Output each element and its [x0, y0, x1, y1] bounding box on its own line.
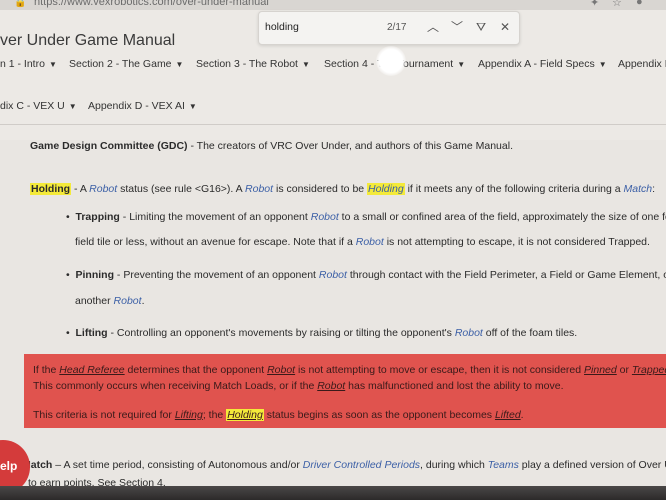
caret-down-icon: ▼	[188, 102, 197, 111]
note-line-3: This criteria is not required for Liftin…	[33, 409, 524, 421]
robot-link[interactable]: Robot	[311, 211, 339, 223]
list-item-lifting: • Lifting - Controlling an opponent's mo…	[66, 327, 578, 339]
caret-down-icon: ▼	[48, 60, 57, 69]
glossary-entry-gdc: Game Design Committee (GDC) - The creato…	[30, 140, 513, 152]
teams-link[interactable]: Teams	[488, 459, 519, 471]
robot-link[interactable]: Robot	[245, 183, 273, 195]
robot-link[interactable]: Robot	[319, 269, 347, 281]
robot-link[interactable]: Robot	[89, 183, 117, 195]
profile-icon[interactable]: ●	[636, 0, 643, 8]
robot-link[interactable]: Robot	[114, 295, 142, 307]
head-referee-link[interactable]: Head Referee	[59, 364, 124, 376]
manual-content: Game Design Committee (GDC) - The creato…	[0, 130, 666, 500]
screen-bezel	[0, 486, 666, 500]
nav-item-appendix-b[interactable]: Appendix B	[618, 58, 666, 70]
page-title: ver Under Game Manual	[0, 32, 176, 49]
chevron-up-icon[interactable]: ︿	[425, 19, 441, 35]
caret-down-icon: ▼	[457, 60, 466, 69]
nav-item-appendix-c[interactable]: dix C - VEX U ▼	[0, 100, 77, 112]
lifted-link[interactable]: Lifted	[495, 409, 521, 421]
list-item-pinning-cont: another Robot.	[75, 295, 145, 307]
trapped-link[interactable]: Trapped	[632, 364, 666, 376]
chevron-down-icon[interactable]: ﹀	[449, 19, 465, 35]
close-icon[interactable]: ✕	[497, 19, 513, 35]
nav-divider	[0, 124, 666, 125]
search-highlight: Holding	[30, 183, 72, 195]
caret-down-icon: ▼	[68, 102, 77, 111]
nav-item-appendix-a[interactable]: Appendix A - Field Specs ▼	[478, 58, 607, 70]
pinned-link[interactable]: Pinned	[584, 364, 617, 376]
robot-link[interactable]: Robot	[356, 236, 384, 248]
glossary-entry-match: Match – A set time period, consisting of…	[22, 459, 666, 471]
lifting-link[interactable]: Lifting	[175, 409, 203, 421]
screen-glare	[376, 46, 406, 76]
note-line-1: If the Head Referee determines that the …	[33, 364, 666, 376]
extension-icon[interactable]: ✦	[590, 0, 599, 9]
nav-item-section-3[interactable]: Section 3 - The Robot ▼	[196, 58, 310, 70]
find-bar: 2/17 ︿ ﹀ ⛛ ✕	[258, 11, 520, 45]
nav-item-section-1[interactable]: n 1 - Intro ▼	[0, 58, 57, 70]
driver-controlled-link[interactable]: Driver Controlled Periods	[303, 459, 420, 471]
violation-note: If the Head Referee determines that the …	[24, 354, 666, 428]
robot-link[interactable]: Robot	[455, 327, 483, 339]
match-link[interactable]: Match	[624, 183, 653, 195]
search-highlight-current[interactable]: Holding	[367, 183, 405, 195]
nav-item-appendix-d[interactable]: Appendix D - VEX AI ▼	[88, 100, 197, 112]
favorites-icon[interactable]: ☆	[612, 0, 622, 9]
caret-down-icon: ▼	[301, 60, 310, 69]
list-item-pinning: • Pinning - Preventing the movement of a…	[66, 269, 666, 281]
search-highlight[interactable]: Holding	[226, 409, 264, 421]
glossary-entry-holding: Holding - A Robot status (see rule <G16>…	[30, 183, 656, 195]
lock-icon: 🔒	[14, 0, 27, 8]
filter-icon[interactable]: ⛛	[473, 19, 489, 35]
robot-link[interactable]: Robot	[267, 364, 295, 376]
note-line-2: This commonly occurs when receiving Matc…	[33, 380, 564, 392]
caret-down-icon: ▼	[175, 60, 184, 69]
robot-link[interactable]: Robot	[317, 380, 345, 392]
url-text[interactable]: https://www.vexrobotics.com/over-under-m…	[34, 0, 269, 8]
list-item-trapping: • Trapping - Limiting the movement of an…	[66, 211, 666, 223]
caret-down-icon: ▼	[598, 60, 607, 69]
nav-item-section-2[interactable]: Section 2 - The Game ▼	[69, 58, 183, 70]
list-item-trapping-cont: field tile or less, without an avenue fo…	[75, 236, 650, 248]
find-match-count: 2/17	[387, 22, 407, 33]
